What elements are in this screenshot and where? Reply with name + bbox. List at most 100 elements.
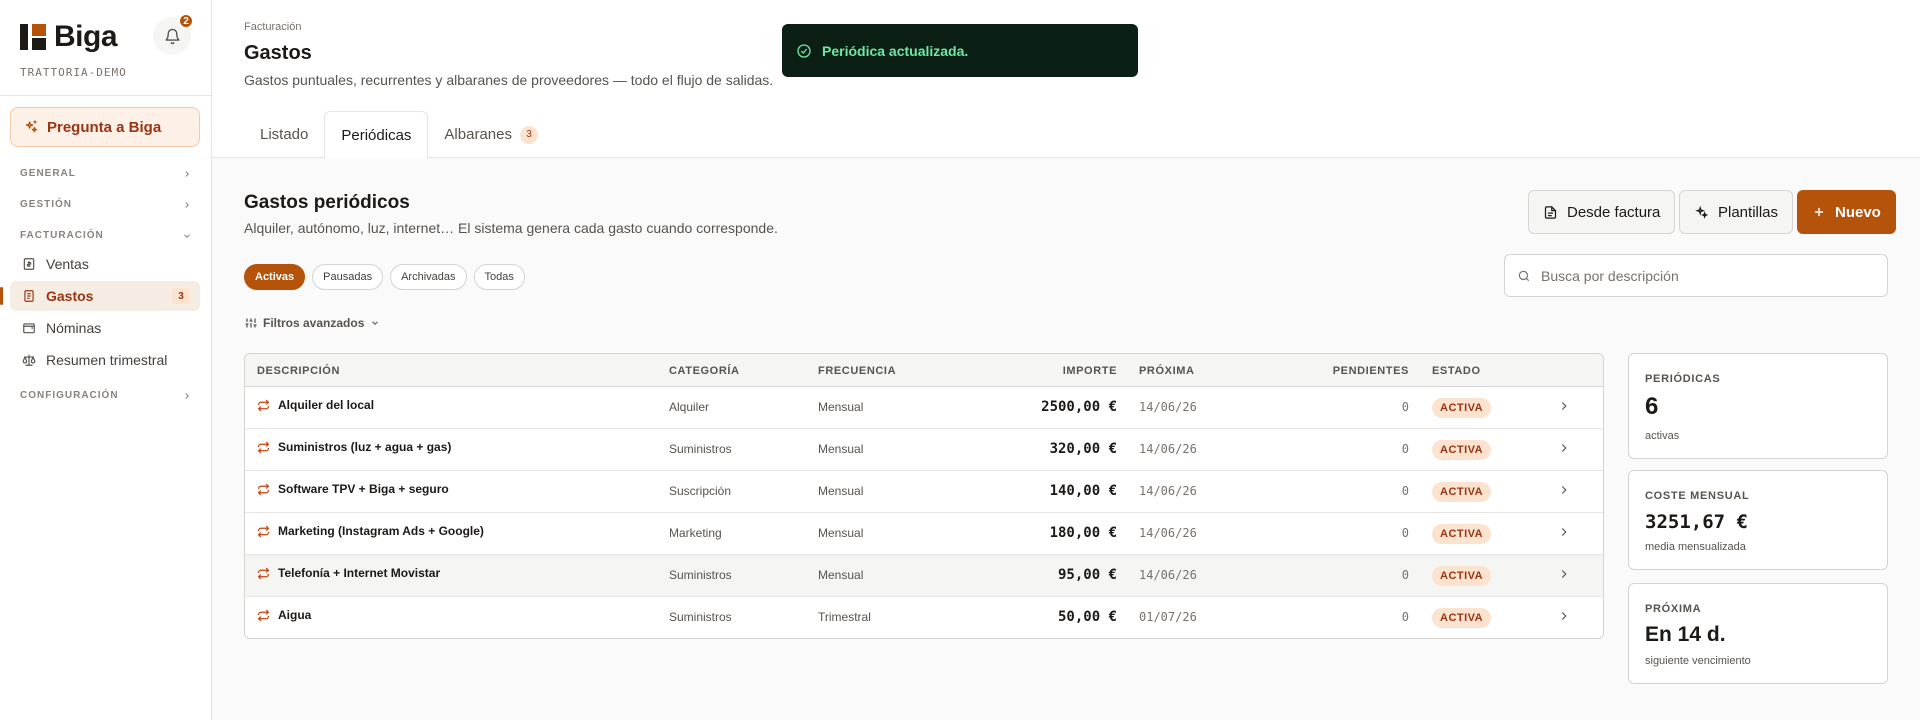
templates-label: Plantillas [1718, 203, 1779, 221]
templates-button[interactable]: Plantillas [1679, 190, 1794, 234]
row-description: Alquiler del local [257, 398, 374, 412]
stat-value: 3251,67 € [1645, 511, 1748, 533]
chevron-right-icon[interactable] [1557, 567, 1571, 581]
tab-label: Periódicas [341, 126, 412, 144]
status-badge: ACTIVA [1432, 566, 1492, 586]
toast-message: Periódica actualizada. [822, 42, 969, 59]
active-indicator [0, 287, 3, 305]
table-row[interactable]: Telefonía + Internet Movistar Suministro… [245, 555, 1603, 597]
row-frequency: Trimestral [818, 610, 871, 624]
row-amount: 140,00 € [1049, 483, 1117, 499]
repeat-icon [257, 483, 270, 495]
scale-icon [22, 354, 36, 366]
biga-logo-icon [20, 24, 46, 50]
column-header-estado[interactable]: ESTADO [1432, 365, 1481, 377]
sidebar-item-label: Nóminas [46, 320, 102, 336]
chip-activas[interactable]: Activas [244, 264, 306, 290]
chip-todas[interactable]: Todas [473, 264, 525, 290]
status-badge: ACTIVA [1432, 440, 1492, 460]
column-header-descripcion[interactable]: DESCRIPCIÓN [257, 365, 340, 377]
from-invoice-button[interactable]: Desde factura [1528, 190, 1676, 234]
new-label: Nuevo [1835, 203, 1881, 221]
notifications-button[interactable]: 2 [153, 13, 194, 55]
chevron-right-icon[interactable] [1557, 483, 1571, 497]
advanced-filters-toggle[interactable]: Filtros avanzados [245, 316, 380, 330]
row-pending: 0 [1401, 610, 1409, 624]
sidebar-item-gastos[interactable]: Gastos 3 [0, 281, 200, 311]
chevron-right-icon[interactable] [1557, 441, 1571, 455]
section-gestion[interactable]: GESTIÓN [20, 199, 192, 210]
status-badge: ACTIVA [1432, 398, 1492, 418]
column-header-proxima[interactable]: PRÓXIMA [1139, 365, 1195, 377]
tab-periodicas[interactable]: Periódicas [324, 111, 429, 159]
stat-label: PRÓXIMA [1645, 603, 1702, 615]
table-row[interactable]: Marketing (Instagram Ads + Google) Marke… [245, 513, 1603, 555]
table-row[interactable]: Software TPV + Biga + seguro Suscripción… [245, 471, 1603, 513]
row-amount: 50,00 € [1057, 609, 1117, 625]
sparkles-icon [25, 120, 37, 133]
new-button[interactable]: Nuevo [1797, 190, 1896, 234]
chevron-right-icon [185, 392, 189, 399]
repeat-icon [257, 441, 270, 453]
tab-bar: Listado Periódicas Albaranes 3 [244, 111, 554, 159]
brand-name: Biga [54, 20, 118, 53]
table-row[interactable]: Aigua Suministros Trimestral 50,00 € 01/… [245, 597, 1603, 638]
page-subtitle: Gastos puntuales, recurrentes y albarane… [244, 72, 774, 88]
notifications-badge: 2 [178, 13, 194, 29]
row-amount: 95,00 € [1057, 567, 1117, 583]
chip-archivadas[interactable]: Archivadas [390, 264, 467, 290]
sidebar-item-ventas[interactable]: Ventas [10, 249, 200, 279]
search-input[interactable] [1541, 267, 1861, 284]
chip-pausadas[interactable]: Pausadas [312, 264, 384, 290]
column-header-frecuencia[interactable]: FRECUENCIA [818, 365, 896, 377]
tab-listado[interactable]: Listado [244, 111, 324, 158]
stat-label: COSTE MENSUAL [1645, 490, 1750, 502]
row-description: Software TPV + Biga + seguro [257, 482, 449, 496]
toast-notification[interactable]: Periódica actualizada. [782, 24, 1138, 77]
breadcrumb[interactable]: Facturación [244, 21, 301, 33]
row-description-text: Suministros (luz + agua + gas) [278, 440, 452, 454]
row-next-date: 14/06/26 [1139, 484, 1197, 498]
tab-label: Albaranes [444, 126, 512, 143]
column-header-categoria[interactable]: CATEGORÍA [669, 365, 740, 377]
row-amount: 2500,00 € [1041, 399, 1117, 415]
table-row[interactable]: Suministros (luz + agua + gas) Suministr… [245, 429, 1603, 471]
row-pending: 0 [1401, 568, 1409, 582]
column-header-pendientes[interactable]: PENDIENTES [1333, 365, 1409, 377]
brand[interactable]: Biga [20, 20, 118, 54]
section-facturacion-label: FACTURACIÓN [20, 230, 104, 241]
sidebar-item-nominas[interactable]: Nóminas [10, 313, 200, 343]
status-badge: ACTIVA [1432, 608, 1492, 628]
chevron-right-icon[interactable] [1557, 525, 1571, 539]
stat-sub: activas [1645, 430, 1680, 442]
table-row[interactable]: Alquiler del local Alquiler Mensual 2500… [245, 387, 1603, 429]
stat-card-periodicas: PERIÓDICAS 6 activas [1628, 353, 1888, 459]
row-frequency: Mensual [818, 484, 864, 498]
row-next-date: 14/06/26 [1139, 400, 1197, 414]
chevron-right-icon[interactable] [1557, 399, 1571, 413]
page-title: Gastos [244, 42, 312, 64]
ask-biga-label: Pregunta a Biga [47, 118, 162, 136]
row-description: Suministros (luz + agua + gas) [257, 440, 451, 454]
section-facturacion[interactable]: FACTURACIÓN [20, 230, 192, 241]
sidebar-item-label: Ventas [46, 256, 89, 272]
sliders-icon [245, 318, 257, 328]
row-next-date: 14/06/26 [1139, 568, 1197, 582]
sidebar-item-count: 3 [172, 288, 190, 304]
status-badge: ACTIVA [1432, 524, 1492, 544]
sidebar-item-label: Resumen trimestral [46, 352, 168, 368]
chevron-down-icon [372, 321, 379, 325]
tab-count-badge: 3 [519, 125, 538, 144]
tab-albaranes[interactable]: Albaranes 3 [428, 111, 554, 158]
row-description-text: Alquiler del local [278, 398, 375, 412]
chevron-right-icon[interactable] [1557, 609, 1571, 623]
ask-biga-button[interactable]: Pregunta a Biga [10, 107, 200, 147]
column-header-importe[interactable]: IMPORTE [1063, 365, 1117, 377]
sidebar-item-resumen-trimestral[interactable]: Resumen trimestral [10, 345, 200, 375]
section-configuracion[interactable]: CONFIGURACIÓN [20, 390, 192, 401]
row-pending: 0 [1401, 526, 1409, 540]
section-general[interactable]: GENERAL [20, 168, 192, 179]
sidebar: Biga 2 TRATTORIA-DEMO Pregunta a Biga GE… [0, 0, 212, 720]
row-amount: 320,00 € [1049, 441, 1117, 457]
row-description: Marketing (Instagram Ads + Google) [257, 524, 484, 538]
